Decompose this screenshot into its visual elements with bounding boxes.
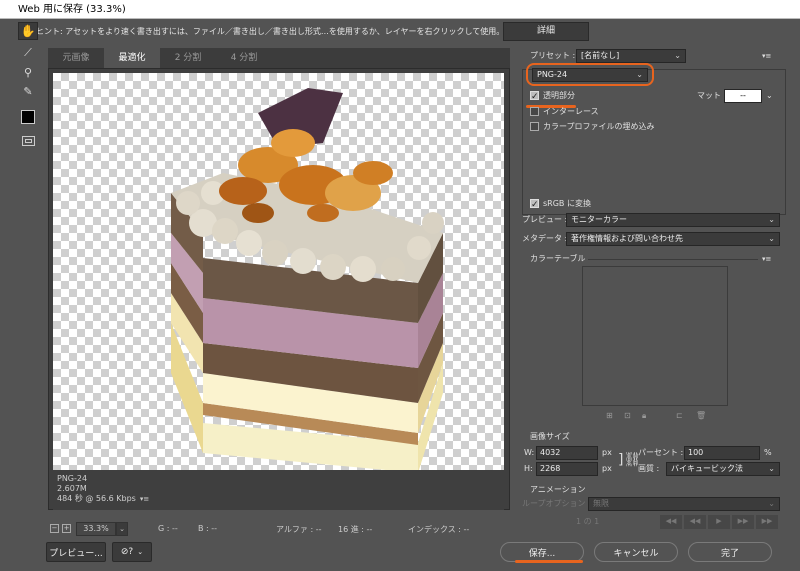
- hand-icon[interactable]: ✋: [18, 22, 38, 40]
- info-download-time: 484 秒 @ 56.6 Kbps: [57, 494, 136, 503]
- preset-label: プリセット :: [530, 51, 576, 60]
- embed-profile-label: カラープロファイルの埋め込み: [543, 122, 655, 131]
- preview-color-label: プレビュー :: [522, 215, 568, 224]
- transparency-label: 透明部分: [543, 91, 575, 100]
- format-highlight: [526, 63, 654, 86]
- cancel-button[interactable]: キャンセル: [594, 542, 678, 562]
- chevron-down-icon: ⌄: [674, 51, 681, 60]
- readout-alpha: アルファ : --: [276, 525, 322, 534]
- optimization-info: PNG-24 2.607M 484 秒 @ 56.6 Kbps ▾≡: [53, 470, 504, 510]
- loop-select: 無限 ⌄: [588, 497, 780, 511]
- cake-image: [171, 88, 444, 473]
- last-frame-icon[interactable]: ▶▶: [756, 515, 778, 529]
- toggle-slices-icon[interactable]: [18, 132, 38, 150]
- save-button[interactable]: 保存...: [500, 542, 584, 562]
- tool-panel: ✋ ⟋ ⚲ ✎: [14, 22, 42, 514]
- matte-label: マット :: [697, 91, 727, 100]
- new-color-icon[interactable]: ⊏: [676, 411, 683, 420]
- image-preview[interactable]: [53, 73, 504, 473]
- tab-2-up[interactable]: 2 分割: [160, 48, 216, 68]
- quality-select[interactable]: バイキュービック法 ⌄: [666, 462, 780, 476]
- zoom-out-button[interactable]: −: [50, 524, 59, 533]
- dialog-buttons: プレビュー... ⊘? ⌄ 保存... キャンセル 完了: [0, 540, 800, 571]
- eyedropper-color-swatch[interactable]: [18, 108, 38, 126]
- color-table-title: カラーテーブル: [530, 254, 586, 263]
- preview-color-select[interactable]: モニターカラー ⌄: [566, 213, 780, 227]
- chevron-down-icon: ⌄: [137, 548, 144, 556]
- matte-chevron-icon[interactable]: ⌄: [766, 88, 773, 104]
- quality-label: 画質 :: [638, 464, 660, 473]
- loop-label: ループオプション :: [522, 499, 591, 508]
- percent-input[interactable]: 100: [684, 446, 760, 460]
- play-icon[interactable]: ▶: [708, 515, 730, 529]
- chevron-down-icon: ⌄: [768, 464, 775, 473]
- browser-icon: ⊘?: [120, 547, 134, 557]
- slice-select-icon[interactable]: ⟋: [18, 44, 38, 62]
- readout-hex: 16 進 : --: [338, 525, 373, 534]
- zoom-dropdown[interactable]: ⌄: [116, 522, 128, 536]
- zoom-in-button[interactable]: +: [62, 524, 71, 533]
- interlace-checkbox[interactable]: [530, 107, 539, 116]
- embed-profile-checkbox[interactable]: [530, 122, 539, 131]
- preview-button[interactable]: プレビュー...: [46, 542, 106, 562]
- trash-icon[interactable]: 🗑︎: [696, 411, 706, 420]
- lock-icon[interactable]: 🔒︎: [642, 411, 646, 421]
- view-tabs: 元画像 最適化 2 分割 4 分割: [48, 48, 510, 68]
- readout-index: インデックス : --: [408, 525, 470, 534]
- eyedropper-icon[interactable]: ✎: [18, 82, 38, 100]
- save-underline: [515, 560, 583, 563]
- color-table-actions: ⊞ ⊡ 🔒︎ ⊏ 🗑︎: [606, 411, 726, 423]
- chevron-down-icon: ⌄: [768, 234, 775, 243]
- width-label: W:: [524, 448, 535, 457]
- width-unit: px: [602, 448, 612, 457]
- height-unit: px: [602, 464, 612, 473]
- hint-text: ヒント: アセットをより速く書き出すには、ファイル／書き出し／書き出し形式…を使…: [36, 27, 505, 36]
- zoom-level[interactable]: 33.3%: [76, 522, 116, 536]
- browser-preview-button[interactable]: ⊘? ⌄: [112, 542, 152, 562]
- web-snap-icon[interactable]: ⊡: [624, 411, 631, 420]
- hint-bar: i ヒント: アセットをより速く書き出すには、ファイル／書き出し／書き出し形式……: [0, 19, 800, 44]
- info-format: PNG-24: [57, 474, 88, 483]
- chevron-down-icon: ⌄: [768, 215, 775, 224]
- height-input[interactable]: 2268: [536, 462, 598, 476]
- matte-select[interactable]: --: [724, 89, 762, 103]
- map-color-icon[interactable]: ⊞: [606, 411, 613, 420]
- color-table-menu-icon[interactable]: ▾≡: [762, 251, 771, 267]
- height-label: H:: [524, 464, 533, 473]
- detail-button[interactable]: 詳細: [503, 22, 589, 41]
- readout-b: B : --: [198, 524, 218, 533]
- percent-label: パーセント :: [638, 448, 684, 457]
- metadata-select[interactable]: 著作権情報および問い合わせ先 ⌄: [566, 232, 780, 246]
- info-size: 2.607M: [57, 484, 87, 493]
- download-speed-menu-icon[interactable]: ▾≡: [140, 494, 149, 504]
- zoom-icon[interactable]: ⚲: [18, 63, 38, 81]
- tab-original[interactable]: 元画像: [48, 48, 104, 68]
- transparency-checkbox[interactable]: [530, 89, 539, 105]
- tab-4-up[interactable]: 4 分割: [216, 48, 272, 68]
- srgb-label: sRGB に変換: [543, 199, 591, 208]
- image-size-title: 画像サイズ: [530, 432, 570, 441]
- width-input[interactable]: 4032: [536, 446, 598, 460]
- tab-optimized[interactable]: 最適化: [104, 48, 160, 68]
- srgb-checkbox[interactable]: [530, 197, 539, 213]
- first-frame-icon[interactable]: ◀◀: [660, 515, 682, 529]
- metadata-label: メタデータ :: [522, 234, 568, 243]
- animation-controls: ◀◀ ◀◀ ▶ ▶▶ ▶▶: [660, 515, 780, 529]
- interlace-label: インターレース: [543, 107, 599, 116]
- percent-unit: %: [764, 448, 772, 457]
- prev-frame-icon[interactable]: ◀◀: [684, 515, 706, 529]
- done-button[interactable]: 完了: [688, 542, 772, 562]
- preset-select[interactable]: [名前なし] ⌄: [576, 49, 686, 63]
- status-bar: − + 33.3% ⌄ G : -- B : -- アルファ : -- 16 進…: [48, 520, 510, 538]
- color-table-area[interactable]: [582, 266, 728, 406]
- window-title: Web 用に保存 (33.3%): [0, 0, 800, 19]
- next-frame-icon[interactable]: ▶▶: [732, 515, 754, 529]
- chevron-down-icon: ⌄: [768, 499, 775, 508]
- settings-panel: プリセット : [名前なし]⌄ ▾≡ PNG-24⌄ 透明部分 マット : --…: [516, 44, 792, 538]
- frame-counter: 1 の 1: [576, 517, 600, 526]
- preset-menu-icon[interactable]: ▾≡: [762, 48, 771, 64]
- readout-g: G : --: [158, 524, 178, 533]
